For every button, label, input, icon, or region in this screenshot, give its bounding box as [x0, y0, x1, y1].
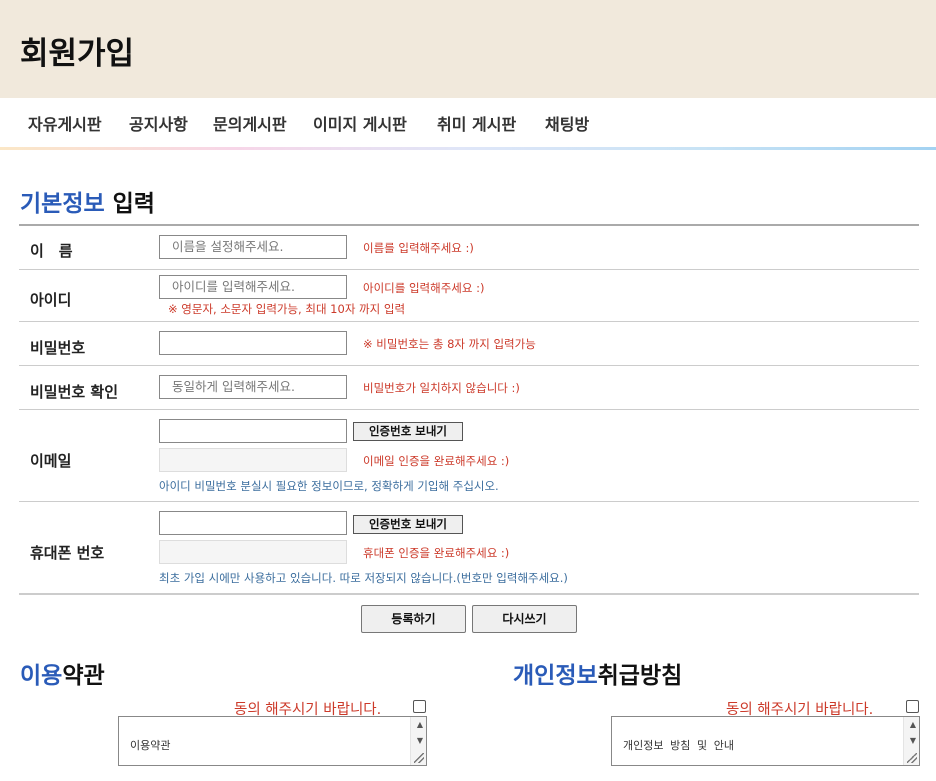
main-nav: 자유게시판 공지사항 문의게시판 이미지 게시판 취미 게시판 채팅방 [0, 98, 936, 148]
row-divider [19, 409, 919, 410]
submit-button[interactable]: 등록하기 [361, 605, 466, 633]
id-message: 아이디를 입력해주세요 :) [363, 281, 485, 295]
password-confirm-input[interactable]: 동일하게 입력해주세요. [159, 375, 347, 399]
privacy-title: 개인정보취급방침 [513, 663, 683, 689]
row-divider [19, 269, 919, 270]
terms-textarea[interactable]: 이용약관 ▲ ▼ [118, 716, 427, 766]
phone-note: 최초 가입 시에만 사용하고 있습니다. 따로 저장되지 않습니다.(번호만 입… [159, 571, 568, 585]
basic-info-title: 기본정보 입력 [20, 191, 155, 217]
email-message: 이메일 인증을 완료해주세요 :) [363, 454, 510, 468]
email-send-code-button[interactable]: 인증번호 보내기 [353, 422, 463, 441]
nav-item-chat-room[interactable]: 채팅방 [545, 111, 589, 135]
email-note: 아이디 비밀번호 분실시 필요한 정보이므로, 정확하게 기입해 주십시오. [159, 479, 499, 493]
terms-title: 이용약관 [20, 663, 105, 689]
email-code-input[interactable] [159, 448, 347, 472]
nav-divider [0, 147, 936, 150]
phone-send-code-button[interactable]: 인증번호 보내기 [353, 515, 463, 534]
terms-agree-checkbox[interactable] [413, 700, 426, 713]
page-header: 회원가입 [0, 0, 936, 98]
form-bottom-border [19, 593, 919, 595]
phone-label: 휴대폰 번호 [30, 544, 105, 562]
scroll-down-icon[interactable]: ▼ [417, 737, 423, 745]
email-input[interactable] [159, 419, 347, 443]
resize-grip-icon[interactable] [414, 753, 424, 763]
password-confirm-message: 비밀번호가 일치하지 않습니다 :) [363, 381, 520, 395]
nav-item-inquiry-board[interactable]: 문의게시판 [213, 111, 287, 135]
name-label: 이 름 [30, 242, 73, 260]
privacy-textarea[interactable]: 개인정보 방침 및 안내 ▲ ▼ [611, 716, 920, 766]
id-note: ※ 영문자, 소문자 입력가능, 최대 10자 까지 입력 [168, 302, 406, 316]
id-label: 아이디 [30, 291, 72, 309]
scroll-up-icon[interactable]: ▲ [417, 721, 423, 729]
row-divider [19, 321, 919, 322]
phone-input[interactable] [159, 511, 347, 535]
phone-message: 휴대폰 인증을 완료해주세요 :) [363, 546, 510, 560]
name-message: 이름를 입력해주세요 :) [363, 241, 474, 255]
password-input[interactable] [159, 331, 347, 355]
name-input[interactable]: 이름을 설정해주세요. [159, 235, 347, 259]
password-label: 비밀번호 [30, 339, 86, 357]
form-top-border [19, 224, 919, 226]
password-confirm-label: 비밀번호 확인 [30, 383, 119, 401]
scroll-down-icon[interactable]: ▼ [910, 737, 916, 745]
reset-button[interactable]: 다시쓰기 [472, 605, 577, 633]
nav-item-hobby-board[interactable]: 취미 게시판 [437, 111, 516, 135]
id-input[interactable]: 아이디를 입력해주세요. [159, 275, 347, 299]
page-title: 회원가입 [20, 36, 135, 72]
privacy-content: 개인정보 방침 및 안내 [623, 739, 734, 752]
nav-item-free-board[interactable]: 자유게시판 [28, 111, 102, 135]
row-divider [19, 365, 919, 366]
nav-item-image-board[interactable]: 이미지 게시판 [313, 111, 407, 135]
phone-code-input[interactable] [159, 540, 347, 564]
scroll-up-icon[interactable]: ▲ [910, 721, 916, 729]
privacy-agree-checkbox[interactable] [906, 700, 919, 713]
nav-item-notice[interactable]: 공지사항 [129, 111, 188, 135]
terms-content: 이용약관 [130, 739, 171, 752]
row-divider [19, 501, 919, 502]
email-label: 이메일 [30, 452, 72, 470]
password-message: ※ 비밀번호는 총 8자 까지 입력가능 [363, 337, 536, 351]
resize-grip-icon[interactable] [907, 753, 917, 763]
